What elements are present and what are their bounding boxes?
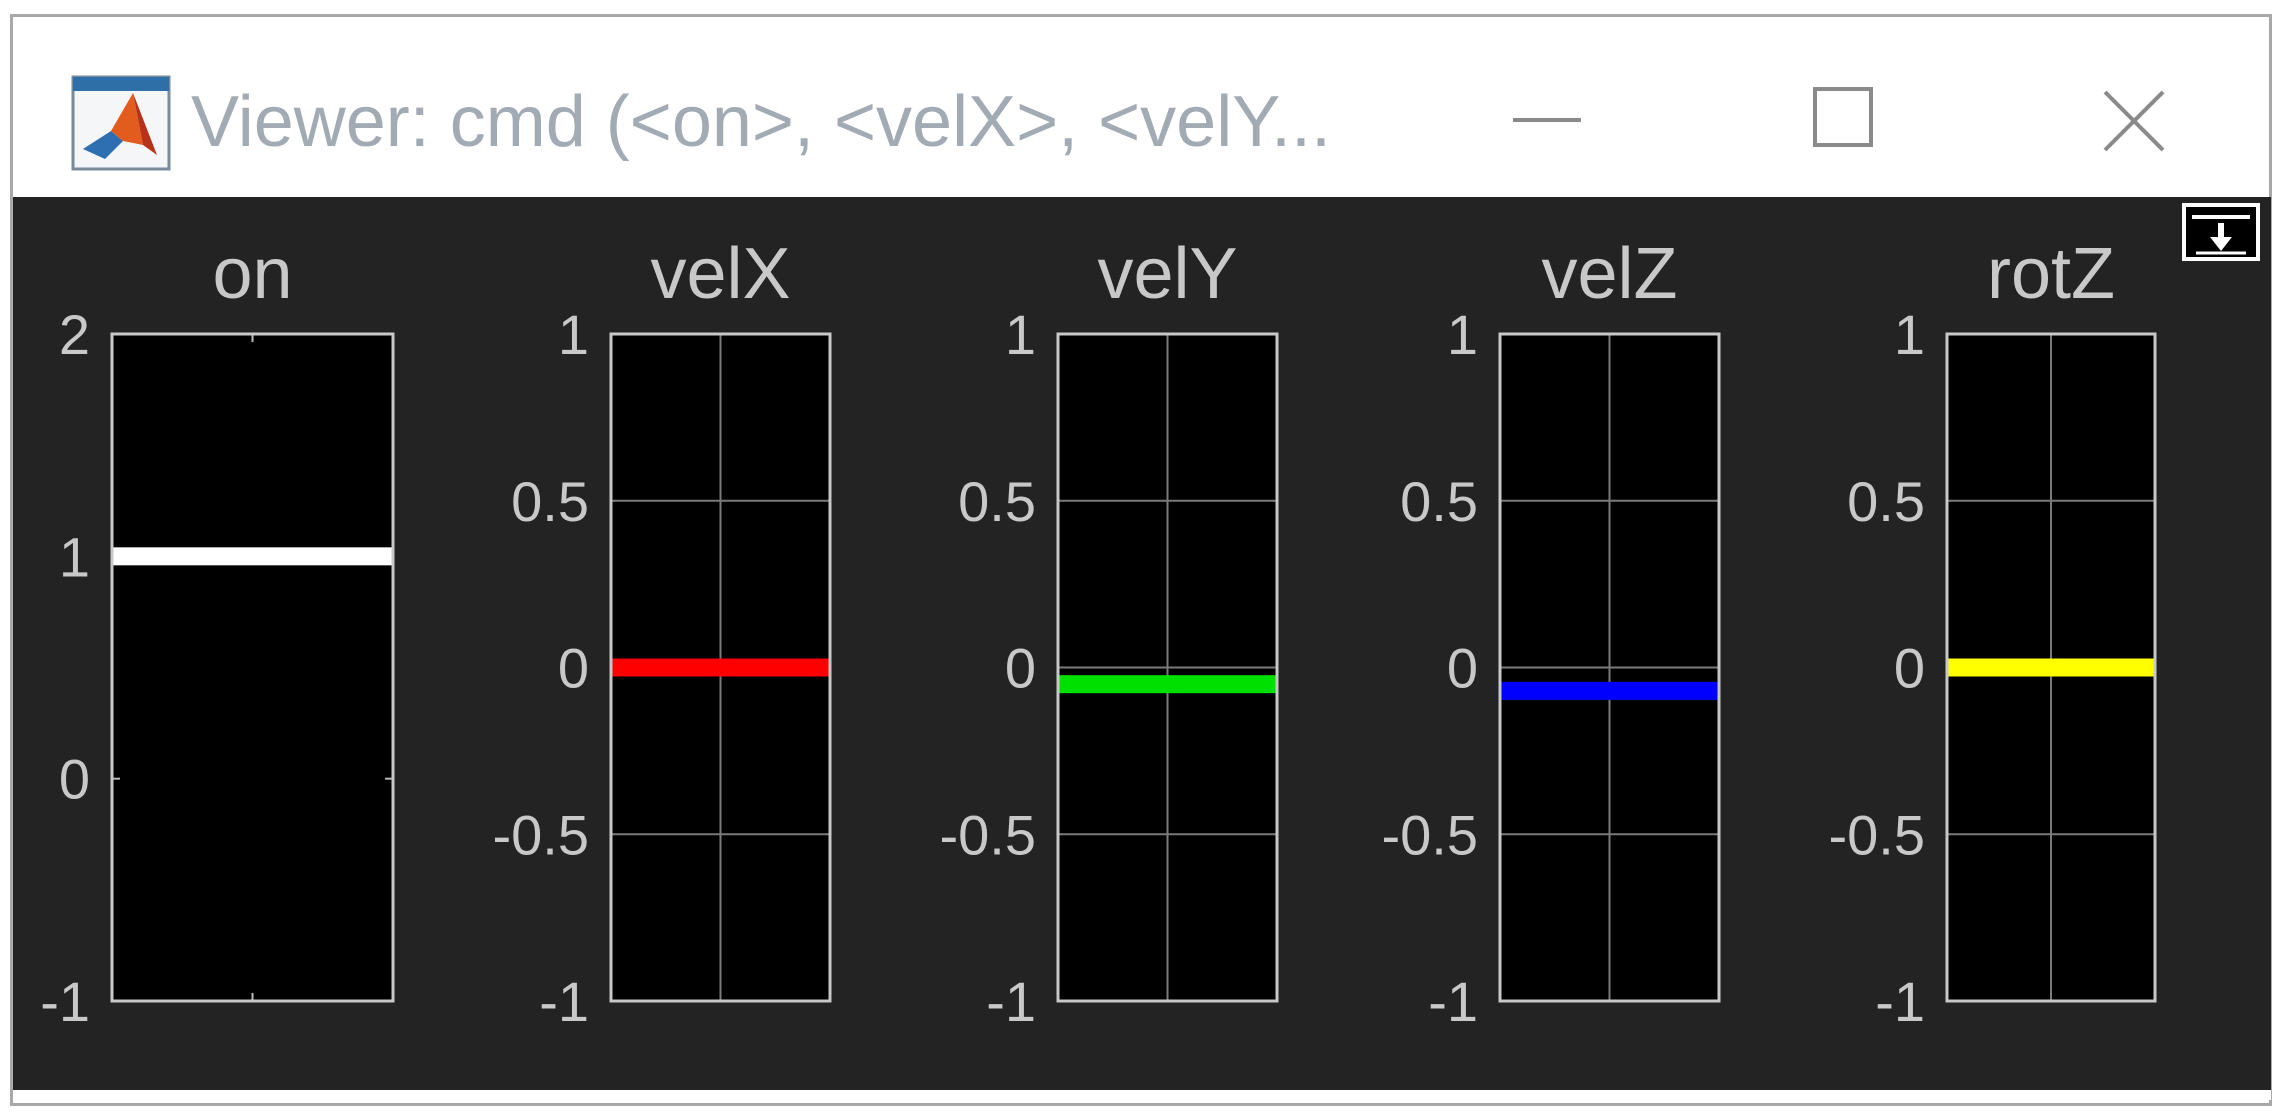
tick-label-on-0: 2	[59, 303, 90, 366]
tick-label-on-2: 0	[59, 748, 90, 811]
tick-label-velx-2: 0	[558, 637, 589, 700]
plot-title-velx: velX	[650, 234, 790, 314]
level-bar-vely	[1058, 675, 1277, 694]
tick-label-velz-4: -1	[1428, 970, 1478, 1033]
tick-label-velx-4: -1	[539, 970, 589, 1033]
tick-label-vely-2: 0	[1005, 637, 1036, 700]
level-bar-velx	[611, 658, 830, 677]
tick-label-vely-1: 0.5	[958, 470, 1036, 533]
tick-label-velx-0: 1	[558, 303, 589, 366]
tick-label-on-3: -1	[40, 970, 90, 1033]
plot-title-velz: velZ	[1541, 234, 1677, 314]
tick-label-vely-4: -1	[986, 970, 1036, 1033]
tick-label-vely-0: 1	[1005, 303, 1036, 366]
tick-label-on-1: 1	[59, 525, 90, 588]
tick-label-velz-0: 1	[1447, 303, 1478, 366]
tick-label-velz-3: -0.5	[1382, 803, 1479, 866]
plot-title-vely: velY	[1097, 234, 1237, 314]
tick-label-velx-3: -0.5	[493, 803, 590, 866]
level-bar-rotz	[1947, 658, 2155, 677]
tick-label-rotz-3: -0.5	[1829, 803, 1926, 866]
tick-label-rotz-0: 1	[1894, 303, 1925, 366]
plot-title-rotz: rotZ	[1987, 234, 2115, 314]
tick-label-rotz-2: 0	[1894, 637, 1925, 700]
tick-label-velz-1: 0.5	[1400, 470, 1478, 533]
plot-title-on: on	[212, 234, 292, 314]
tick-label-velz-2: 0	[1447, 637, 1478, 700]
tick-label-vely-3: -0.5	[940, 803, 1037, 866]
tick-label-rotz-1: 0.5	[1847, 470, 1925, 533]
plot-area-on	[112, 334, 393, 1001]
level-bar-velz	[1500, 681, 1719, 700]
level-plots: 2 1 0 -1 on 1 0.5 0 -0.5 -1 velX 1 0.5 0 -0.5 -1 velY 1 0.…	[40, 234, 2157, 1033]
tick-label-velx-1: 0.5	[511, 470, 589, 533]
tick-label-rotz-4: -1	[1875, 970, 1925, 1033]
level-bar-on	[112, 547, 393, 566]
